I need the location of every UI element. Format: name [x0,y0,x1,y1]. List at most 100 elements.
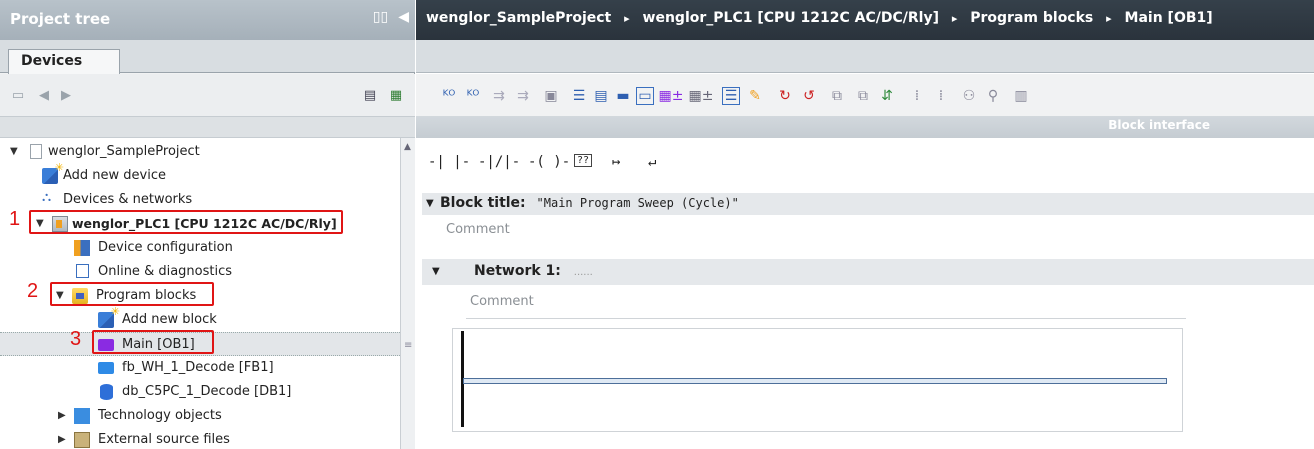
download-icon[interactable]: ⧉ [854,87,872,105]
collapse-networks-icon[interactable]: ▤ [592,87,610,105]
block-title-label: Block title: [440,195,526,211]
collapse-panel-icon[interactable]: ◀ [398,9,409,25]
tree-scrollbar[interactable]: ▲ ≡ [400,138,415,449]
comment-divider [466,318,1186,319]
list-view-icon[interactable]: ☰ [722,87,740,105]
project-tree-panel: Project tree ▯▯ ◀ Devices ▭ ◀ ▶ ▤ ▦ ▼ we… [0,0,415,449]
previous-error-icon[interactable]: ↺ [800,87,818,105]
project-tree: ▼ wenglor_SampleProject Add new device ⛬… [0,138,400,449]
tree-item-label: Technology objects [98,408,222,423]
no-contact-icon[interactable]: -| |- [428,154,470,170]
tree-item-db1[interactable]: db_C5PC_1_Decode [DB1] [0,380,400,404]
breadcrumb-separator-icon: ▸ [1106,12,1112,25]
scroll-grip-icon[interactable]: ≡ [404,340,412,351]
function-block-icon [98,362,114,374]
annotation-number-1: 1 [9,208,21,230]
tree-item-label: wenglor_SampleProject [48,144,200,159]
add-block-icon [98,305,120,328]
block-comment[interactable]: Comment [446,222,510,237]
annotation-box-3 [92,330,214,354]
network-icon: ⛬ [42,190,58,206]
expand-networks-icon[interactable]: ☰ [570,87,588,105]
navigation-icon[interactable]: ▬ [614,87,632,105]
overview-icon[interactable]: ▤ [360,85,380,105]
add-row-icon[interactable]: ⇉ [514,87,532,105]
tree-item-label: Devices & networks [63,192,193,207]
network-title: Network 1: [474,263,561,279]
empty-box-icon[interactable]: ?? [574,154,593,167]
scroll-up-icon[interactable]: ▲ [404,142,411,152]
editor-toolbar: ᴷᴼ ᴷᴼ ⇉ ⇉ ▣ ☰ ▤ ▬ ▭ ▦± ▦± ☰ ✎ ↻ ↺ ⧉ ⧉ ⇵ … [416,74,1314,116]
compare-icon[interactable]: ⧉ [828,87,846,105]
annotation-box-2 [50,282,214,306]
network-1-header[interactable]: ▼ Network 1: ...... [422,259,1314,285]
tree-item-technology-objects[interactable]: ▶ Technology objects [0,404,400,428]
outdent-icon[interactable]: ⁞ [932,87,950,105]
breadcrumb-item[interactable]: wenglor_PLC1 [CPU 1212C AC/DC/Rly] [643,10,939,26]
annotation-number-2: 2 [27,280,39,302]
expand-arrow-icon[interactable]: ▼ [10,146,18,157]
breadcrumb: wenglor_SampleProject ▸ wenglor_PLC1 [CP… [416,0,1314,40]
expand-arrow-icon[interactable]: ▶ [58,434,66,445]
comments-icon[interactable]: ▭ [636,87,654,105]
rung-wire[interactable] [463,378,1167,384]
tree-item-label: Add new block [122,312,217,327]
tab-devices[interactable]: Devices [8,49,120,74]
breadcrumb-item[interactable]: Main [OB1] [1125,10,1213,26]
block-title-value[interactable]: "Main Program Sweep (Cycle)" [537,196,739,210]
network-title-placeholder[interactable]: ...... [574,267,593,278]
tree-item-label: db_C5PC_1_Decode [DB1] [122,384,292,399]
tree-item-fb1[interactable]: fb_WH_1_Decode [FB1] [0,356,400,380]
call-icon[interactable]: ▦± [689,87,714,105]
tree-item-device-configuration[interactable]: Device configuration [0,236,400,260]
breadcrumb-separator-icon: ▸ [951,12,958,25]
tree-item-label: Online & diagnostics [98,264,233,279]
insert-network-icon[interactable]: ᴷᴼ [440,87,458,105]
insert-row-icon[interactable]: ⇉ [490,87,508,105]
breadcrumb-item[interactable]: Program blocks [970,10,1093,26]
monitor-icon[interactable]: ✎ [746,87,764,105]
collapse-triangle-icon[interactable]: ▼ [432,266,440,277]
tree-item-label: Device configuration [98,240,233,255]
device-config-icon [74,240,90,256]
update-icon[interactable]: ⇵ [878,87,896,105]
tree-item-external-source-files[interactable]: ▶ External source files [0,428,400,449]
project-tree-toolbar: ▭ ◀ ▶ ▤ ▦ [0,74,415,116]
forward-icon[interactable]: ▶ [56,85,76,105]
editor-panel: wenglor_SampleProject ▸ wenglor_PLC1 [CP… [416,0,1314,449]
ladder-element-toolbar: -| |- -|/|- -( )- ?? ↦ ↵ [416,138,1314,186]
split-view-icon[interactable]: ▯▯ [373,9,388,25]
absolute-operands-icon[interactable]: ▣ [542,87,560,105]
export-icon[interactable]: ▦ [386,85,406,105]
monitoring-icon[interactable]: ⚲ [984,87,1002,105]
block-settings-icon[interactable]: ▥ [1012,87,1030,105]
block-interface-bar[interactable]: Block interface [416,116,1314,138]
tab-strip: Devices [0,40,415,74]
indent-icon[interactable]: ⁞ [908,87,926,105]
tree-item-devices-networks[interactable]: ⛬ Devices & networks [0,188,400,212]
tree-column-header [0,116,415,138]
external-files-icon [74,432,90,448]
back-icon[interactable]: ◀ [34,85,54,105]
expand-arrow-icon[interactable]: ▶ [58,410,66,421]
annotation-number-3: 3 [70,328,82,350]
network-comment[interactable]: Comment [470,294,534,309]
delete-network-icon[interactable]: ᴷᴼ [464,87,482,105]
breadcrumb-item[interactable]: wenglor_SampleProject [426,10,611,26]
tree-item-add-new-block[interactable]: Add new block [0,305,400,332]
ladder-rung[interactable] [452,328,1183,432]
next-error-icon[interactable]: ↻ [776,87,794,105]
tree-item-online-diagnostics[interactable]: Online & diagnostics [0,260,400,284]
nc-contact-icon[interactable]: -|/|- [478,154,520,170]
glasses-icon[interactable]: ⚇ [960,87,978,105]
close-branch-icon[interactable]: ↵ [648,154,656,170]
new-item-icon[interactable]: ▭ [8,85,28,105]
coil-icon[interactable]: -( )- [528,154,570,170]
collapse-triangle-icon[interactable]: ▼ [426,198,434,209]
project-tree-header: Project tree ▯▯ ◀ [0,0,415,40]
favorites-icon[interactable]: ▦± [659,87,684,105]
open-branch-icon[interactable]: ↦ [612,154,620,170]
tree-item-add-new-device[interactable]: Add new device [0,161,400,188]
block-title-row[interactable]: ▼ Block title: "Main Program Sweep (Cycl… [422,193,1314,215]
tree-item-label: fb_WH_1_Decode [FB1] [122,360,274,375]
